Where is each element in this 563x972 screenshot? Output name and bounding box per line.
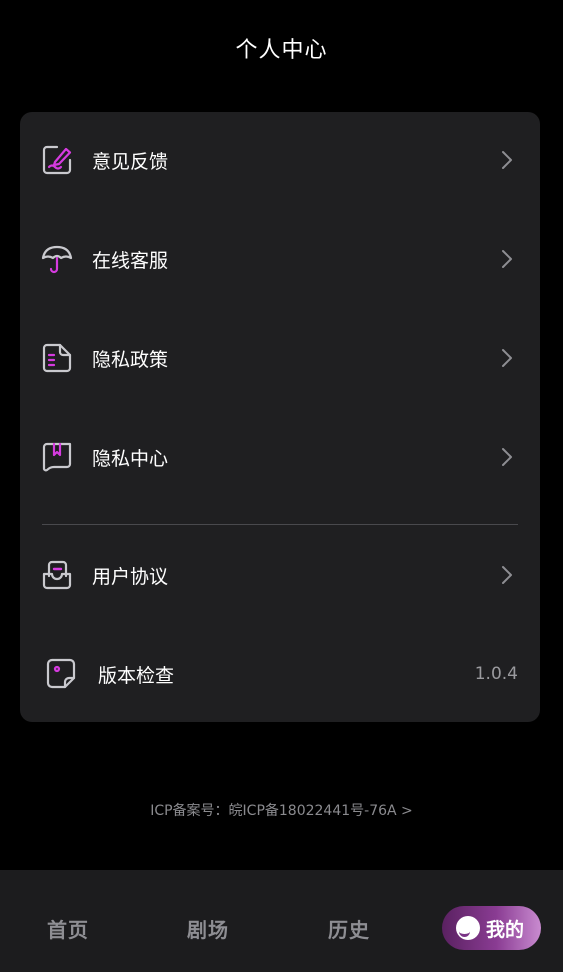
tab-mine-label: 我的	[486, 918, 525, 941]
agreement-tray-icon	[40, 558, 74, 592]
menu-item-feedback[interactable]: 意见反馈	[20, 130, 540, 190]
feedback-edit-icon	[40, 143, 74, 177]
menu-card: 意见反馈 在线客服 隐私政策 隐私中心 用户协议 版本检查 1.0.4	[20, 112, 540, 722]
menu-item-label: 意见反馈	[92, 150, 169, 173]
tab-theater[interactable]: 剧场	[187, 914, 229, 943]
bottom-tab-bar: 首页 剧场 历史 我的	[0, 870, 563, 972]
tab-history[interactable]: 历史	[328, 914, 370, 943]
chevron-right-icon	[500, 249, 514, 269]
bookmark-folder-icon	[40, 440, 74, 474]
profile-page: 个人中心 意见反馈 在线客服 隐私政策 隐私中心 用户协议 版本检查 1.0.4…	[0, 0, 563, 972]
menu-item-label: 隐私中心	[92, 447, 169, 470]
menu-item-label: 用户协议	[92, 565, 169, 588]
tab-home[interactable]: 首页	[47, 914, 89, 943]
page-title: 个人中心	[235, 38, 328, 63]
menu-item-label: 在线客服	[92, 249, 169, 272]
chevron-right-icon	[500, 447, 514, 467]
chevron-right-icon	[500, 565, 514, 585]
menu-item-privacy-policy[interactable]: 隐私政策	[20, 328, 540, 388]
tab-mine[interactable]: 我的	[442, 906, 541, 950]
menu-item-label: 版本检查	[98, 664, 175, 687]
chevron-right-icon	[500, 150, 514, 170]
divider	[42, 524, 518, 525]
menu-item-label: 隐私政策	[92, 348, 169, 371]
chevron-right-icon	[500, 348, 514, 368]
menu-item-user-agreement[interactable]: 用户协议	[20, 545, 540, 605]
policy-document-icon	[40, 341, 74, 375]
menu-item-privacy-center[interactable]: 隐私中心	[20, 427, 540, 487]
umbrella-service-icon	[40, 242, 74, 276]
menu-item-online-service[interactable]: 在线客服	[20, 229, 540, 289]
icp-record-link[interactable]: ICP备案号：皖ICP备18022441号-76A >	[0, 800, 563, 820]
version-value: 1.0.4	[474, 664, 518, 684]
moon-smile-icon	[456, 916, 480, 940]
version-check-icon	[44, 657, 78, 691]
menu-item-version-check[interactable]: 版本检查 1.0.4	[20, 644, 540, 704]
